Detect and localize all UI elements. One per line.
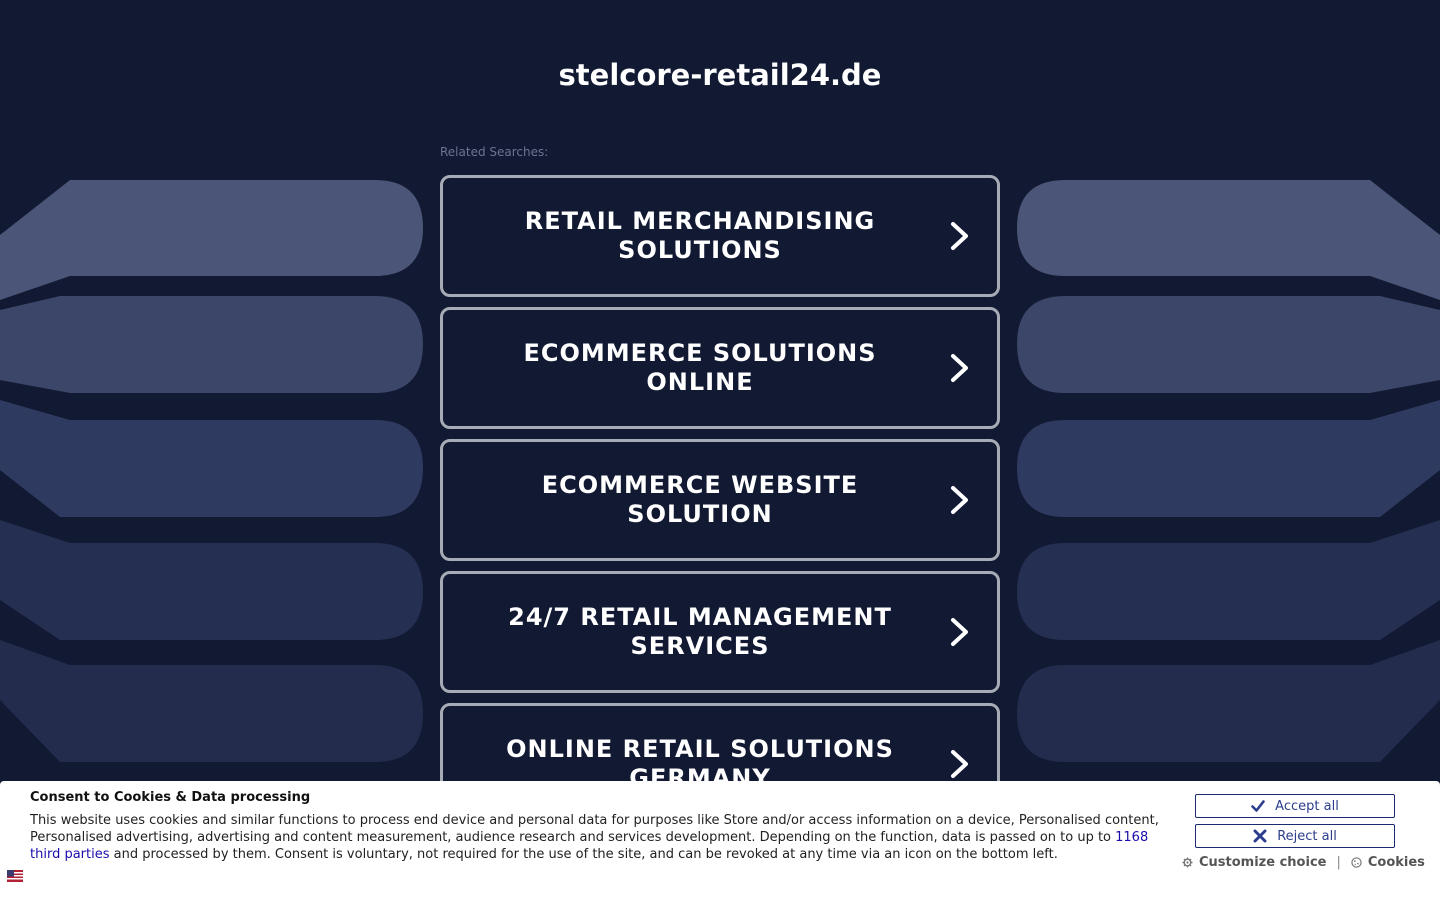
consent-text-part: and processed by them. Consent is volunt… <box>109 847 1058 862</box>
chevron-right-icon <box>951 354 968 382</box>
chevron-right-icon <box>951 618 968 646</box>
related-link-ecommerce-website[interactable]: ECOMMERCE WEBSITE SOLUTION <box>440 439 1000 561</box>
chevron-right-icon <box>951 222 968 250</box>
accept-all-button[interactable]: Accept all <box>1195 794 1395 818</box>
related-link-label: RETAIL MERCHANDISING SOLUTIONS <box>524 207 876 264</box>
consent-footer: Customize choice | Cookies <box>1182 855 1425 870</box>
accept-all-label: Accept all <box>1275 798 1339 814</box>
related-link-label: ECOMMERCE WEBSITE SOLUTION <box>541 471 859 528</box>
x-icon <box>1253 829 1267 843</box>
related-link-retail-management[interactable]: 24/7 RETAIL MANAGEMENT SERVICES <box>440 571 1000 693</box>
footer-separator: | <box>1336 855 1341 870</box>
related-links-list: RETAIL MERCHANDISING SOLUTIONS ECOMMERCE… <box>440 175 1000 835</box>
reject-all-label: Reject all <box>1277 828 1337 844</box>
check-icon <box>1251 800 1265 812</box>
chevron-right-icon <box>951 750 968 778</box>
flag-icon[interactable] <box>7 870 23 882</box>
customize-choice-link[interactable]: Customize choice <box>1182 855 1326 870</box>
consent-title: Consent to Cookies & Data processing <box>30 790 311 805</box>
reject-all-button[interactable]: Reject all <box>1195 824 1395 848</box>
cookies-link[interactable]: Cookies <box>1351 855 1425 870</box>
cookies-label: Cookies <box>1367 855 1425 870</box>
related-searches-label: Related Searches: <box>440 145 549 159</box>
related-link-ecommerce-solutions[interactable]: ECOMMERCE SOLUTIONS ONLINE <box>440 307 1000 429</box>
domain-title: stelcore-retail24.de <box>558 58 882 92</box>
chevron-right-icon <box>951 486 968 514</box>
gear-icon <box>1182 857 1193 868</box>
related-link-retail-merchandising[interactable]: RETAIL MERCHANDISING SOLUTIONS <box>440 175 1000 297</box>
cookie-consent-banner: Consent to Cookies & Data processing Thi… <box>0 781 1440 900</box>
related-link-label: ECOMMERCE SOLUTIONS ONLINE <box>523 339 877 396</box>
consent-text: This website uses cookies and similar fu… <box>30 812 1165 863</box>
related-link-label: 24/7 RETAIL MANAGEMENT SERVICES <box>508 603 892 660</box>
cookie-icon <box>1351 857 1362 868</box>
customize-choice-label: Customize choice <box>1199 855 1327 870</box>
consent-text-part: This website uses cookies and similar fu… <box>30 813 1159 845</box>
